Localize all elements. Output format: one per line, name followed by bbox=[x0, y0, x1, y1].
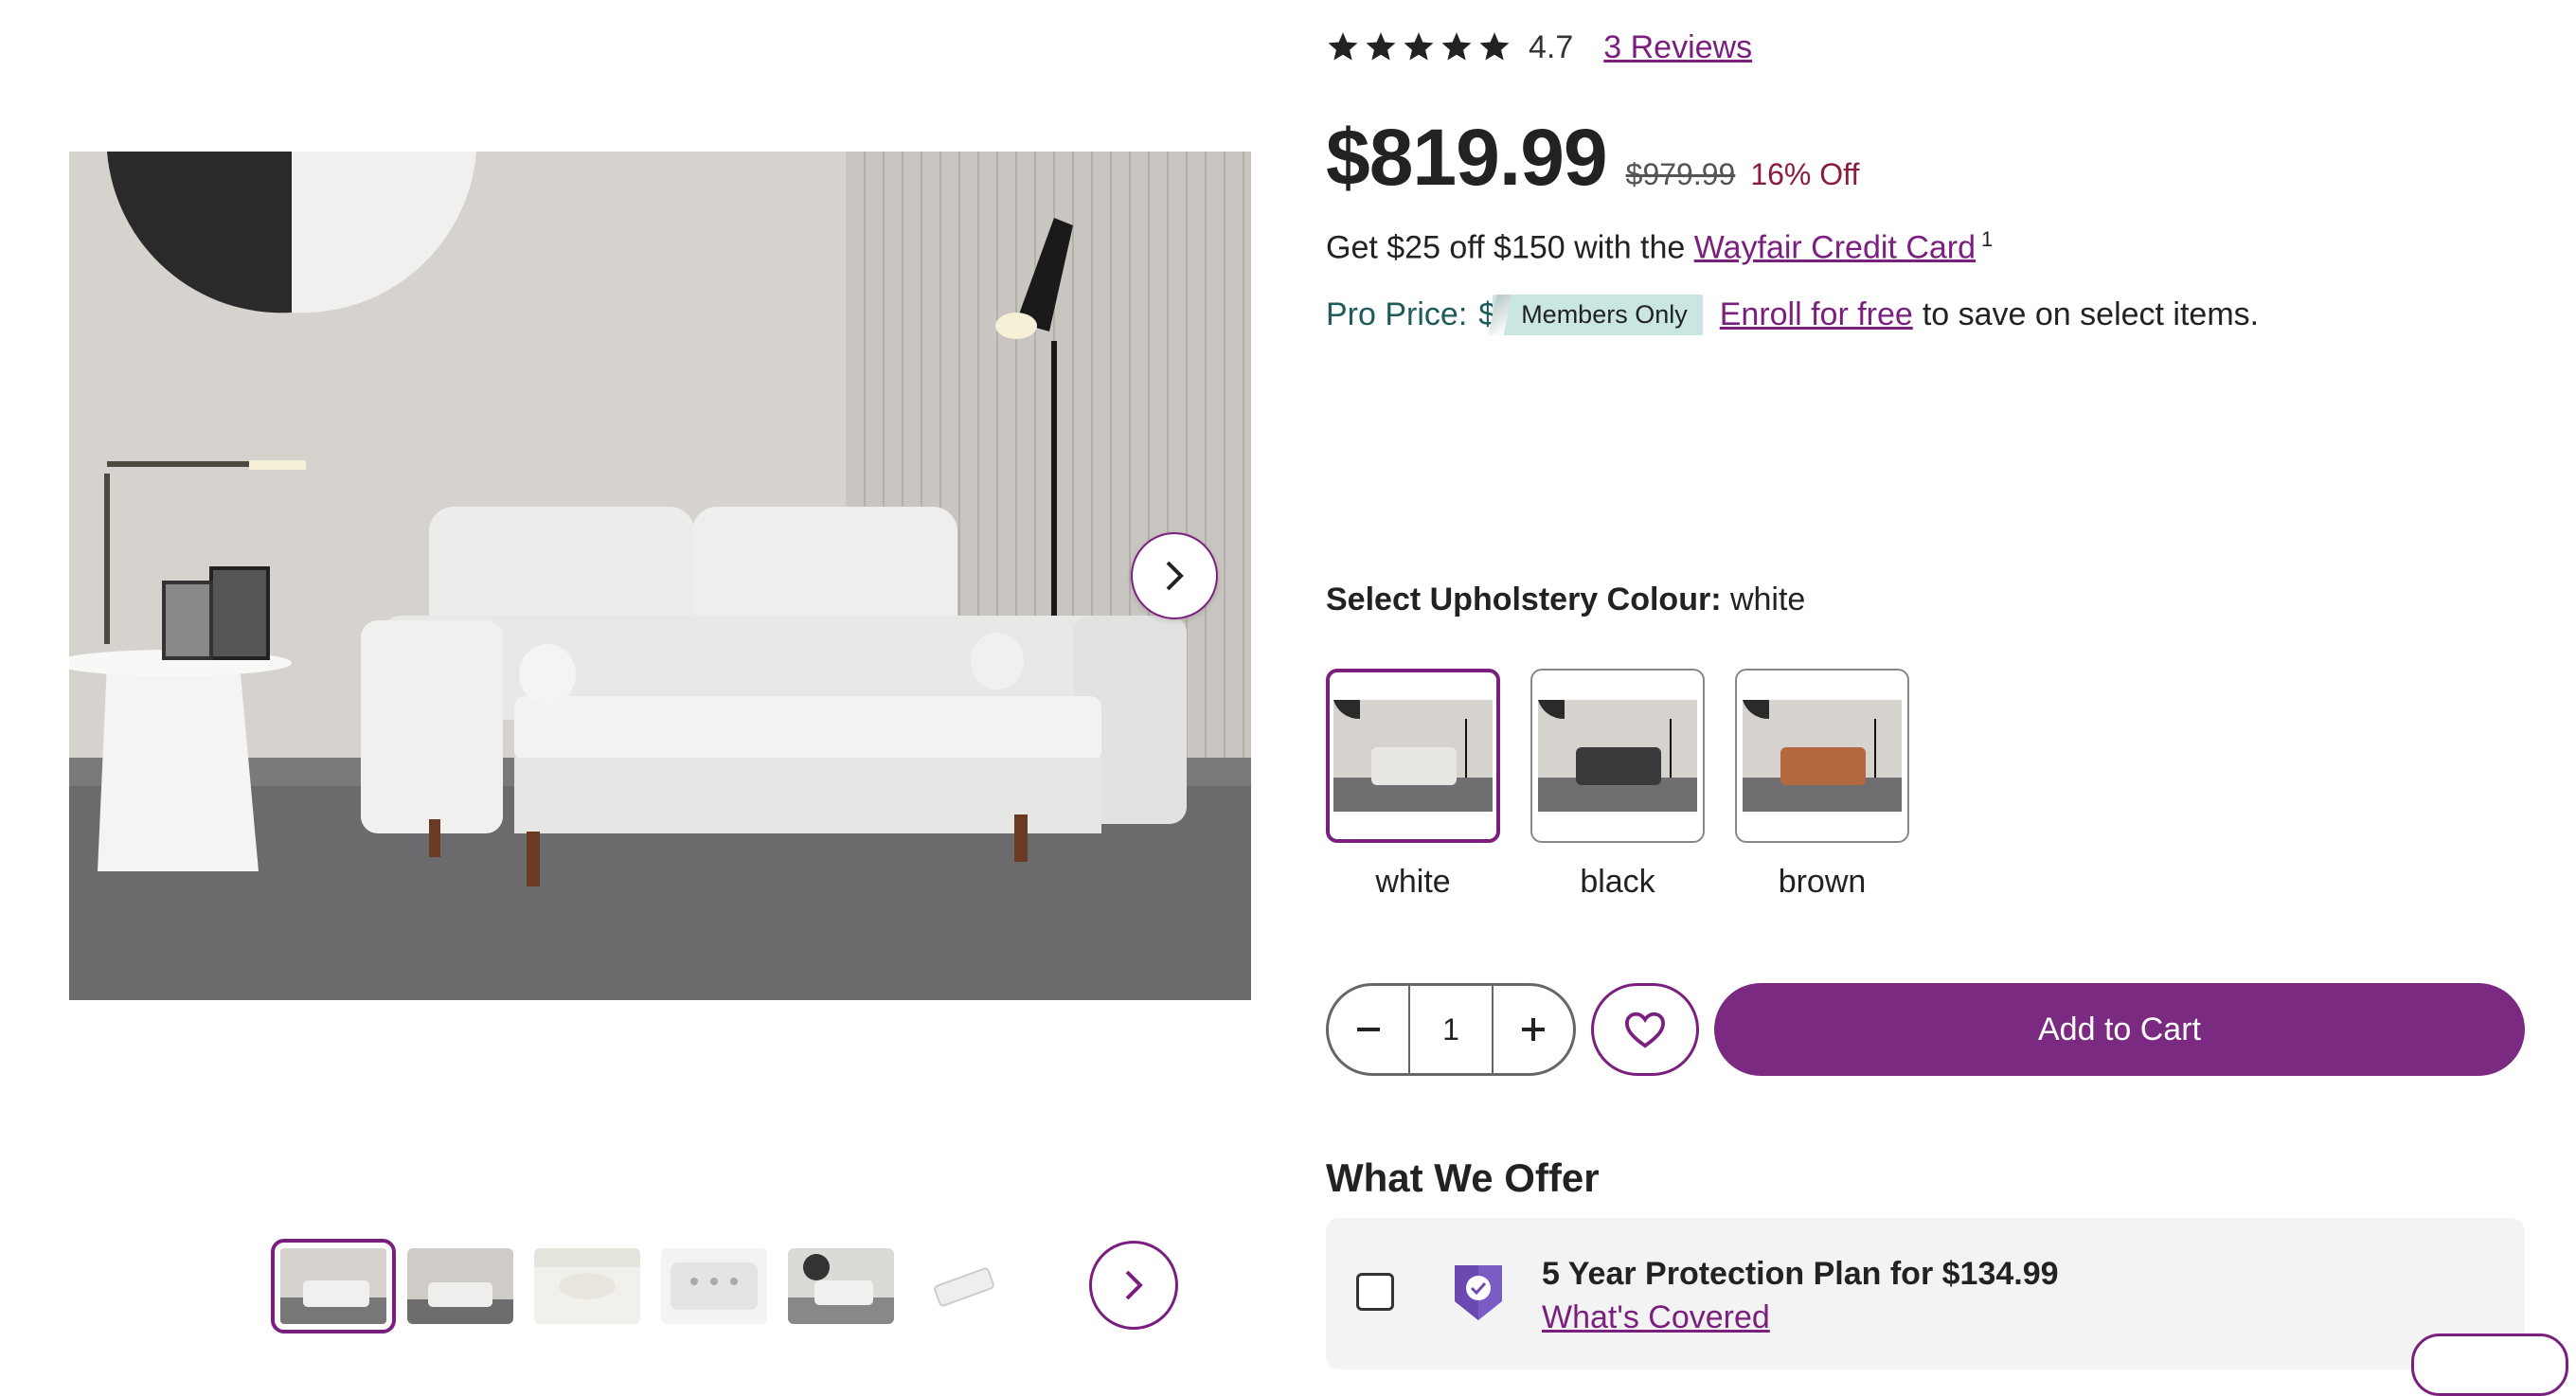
colour-swatches: white black brown bbox=[1326, 669, 1909, 901]
current-price: $819.99 bbox=[1326, 113, 1608, 202]
pro-price-tail: to save on select items. bbox=[1922, 295, 2260, 332]
credit-offer: Get $25 off $150 with the Wayfair Credit… bbox=[1326, 227, 1993, 266]
swatch-black[interactable]: black bbox=[1530, 669, 1705, 901]
thumbnail-4[interactable] bbox=[661, 1248, 767, 1324]
pro-price-label: Pro Price: bbox=[1326, 295, 1468, 332]
thumbnail-6[interactable] bbox=[915, 1248, 1021, 1324]
star-icon bbox=[1441, 32, 1472, 61]
swatch-label: black bbox=[1580, 864, 1655, 900]
thumbnail-2[interactable] bbox=[407, 1248, 513, 1324]
swatch-brown[interactable]: brown bbox=[1735, 669, 1909, 901]
colour-selector-title: Select Upholstery Colour: white bbox=[1326, 582, 1805, 618]
thumbnail-strip bbox=[271, 1231, 1021, 1341]
add-to-cart-button[interactable]: Add to Cart bbox=[1714, 983, 2525, 1076]
thumbnails-next-button[interactable] bbox=[1089, 1241, 1178, 1330]
pro-price-row: Pro Price: $ Members Only Enroll for fre… bbox=[1326, 290, 2259, 339]
thumbnail-1[interactable] bbox=[271, 1239, 396, 1333]
was-price: $979.99 bbox=[1625, 157, 1736, 191]
rating-value: 4.7 bbox=[1529, 28, 1574, 65]
reviews-link[interactable]: 3 Reviews bbox=[1603, 29, 1752, 66]
protection-plan-title: 5 Year Protection Plan for $134.99 bbox=[1542, 1256, 2059, 1292]
floating-action-button[interactable] bbox=[2411, 1333, 2568, 1396]
star-icon bbox=[1479, 32, 1510, 61]
star-rating bbox=[1326, 30, 1512, 64]
add-to-favorites-button[interactable] bbox=[1591, 983, 1699, 1076]
credit-footnote: 1 bbox=[1981, 227, 1994, 251]
star-icon bbox=[1328, 32, 1358, 61]
minus-icon bbox=[1357, 1028, 1380, 1031]
star-icon bbox=[1404, 32, 1434, 61]
swatch-label: brown bbox=[1778, 864, 1867, 900]
quantity-input[interactable]: 1 bbox=[1408, 986, 1494, 1073]
swatch-image bbox=[1326, 669, 1500, 843]
price-row: $819.99 $979.99 16% Off bbox=[1326, 112, 1859, 210]
swatch-label: white bbox=[1375, 864, 1451, 900]
credit-card-link[interactable]: Wayfair Credit Card bbox=[1694, 229, 1976, 265]
colour-selector-label: Select Upholstery Colour: bbox=[1326, 582, 1722, 617]
credit-offer-text: Get $25 off $150 with the bbox=[1326, 229, 1694, 266]
whats-covered-link[interactable]: What's Covered bbox=[1542, 1299, 1770, 1336]
increase-quantity-button[interactable] bbox=[1494, 986, 1573, 1073]
thumbnail-5[interactable] bbox=[788, 1248, 894, 1324]
product-image[interactable] bbox=[69, 152, 1251, 1000]
selected-colour: white bbox=[1729, 582, 1806, 617]
chevron-right-icon bbox=[1125, 1270, 1143, 1300]
swatch-white[interactable]: white bbox=[1326, 669, 1500, 901]
plus-icon bbox=[1522, 1018, 1545, 1041]
enroll-link[interactable]: Enroll for free bbox=[1720, 296, 1913, 333]
decrease-quantity-button[interactable] bbox=[1329, 986, 1408, 1073]
discount-badge: 16% Off bbox=[1750, 157, 1860, 191]
quantity-stepper: 1 bbox=[1326, 983, 1576, 1076]
swatch-image bbox=[1530, 669, 1705, 843]
what-we-offer-heading: What We Offer bbox=[1326, 1155, 1600, 1200]
swatch-image bbox=[1735, 669, 1909, 843]
thumbnail-3[interactable] bbox=[534, 1248, 640, 1324]
heart-icon bbox=[1624, 1011, 1666, 1048]
rating-row: 4.7 3 Reviews bbox=[1326, 23, 1752, 72]
protection-plan-checkbox[interactable] bbox=[1356, 1273, 1394, 1311]
members-only-badge: Members Only bbox=[1493, 294, 1703, 335]
image-next-button[interactable] bbox=[1131, 532, 1218, 619]
star-icon bbox=[1366, 32, 1396, 61]
shield-check-icon bbox=[1451, 1260, 1506, 1331]
chevron-right-icon bbox=[1166, 561, 1184, 591]
